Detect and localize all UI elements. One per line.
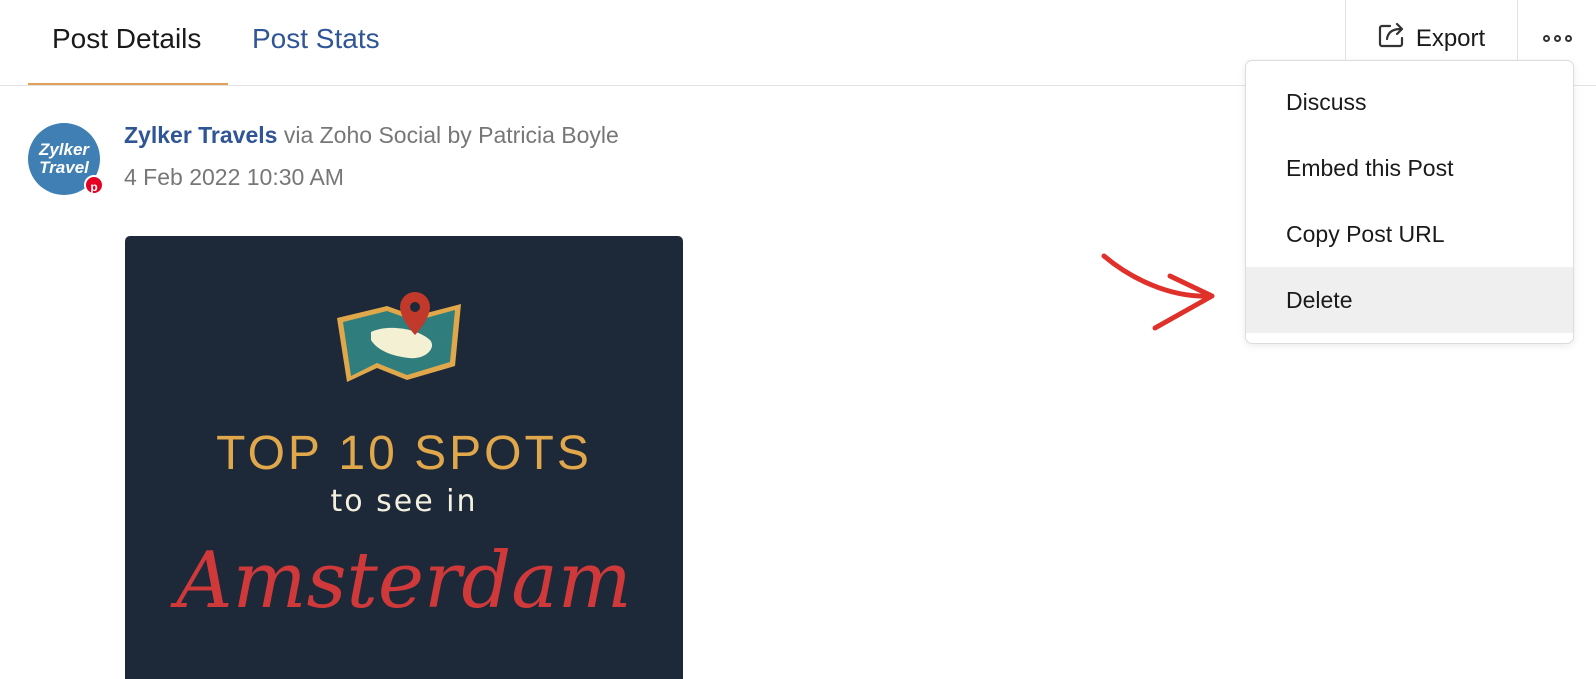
post-author-line: Zylker Travels via Zoho Social by Patric… [124,122,619,149]
post-date: 4 Feb 2022 10:30 AM [124,164,344,190]
image-subline: to see in [330,484,478,519]
image-script-title: Amsterdam [176,536,632,626]
avatar-text-line1: Zylker [38,140,90,159]
pinterest-icon: p [84,175,104,195]
account-avatar: Zylker Travel p [28,123,104,195]
image-headline: TOP 10 SPOTS [216,427,592,480]
author-name-link[interactable]: Zylker Travels [124,122,277,148]
tab-post-stats[interactable]: Post Stats [252,0,380,85]
map-pin-icon [337,292,461,382]
via-text: via Zoho Social by Patricia Boyle [277,122,619,148]
export-label: Export [1415,24,1486,52]
menu-item-discuss[interactable]: Discuss [1246,69,1573,135]
menu-item-embed-post[interactable]: Embed this Post [1246,135,1573,201]
menu-item-copy-post-url[interactable]: Copy Post URL [1246,201,1573,267]
export-icon [1378,22,1408,55]
more-options-icon [1542,35,1572,42]
active-tab-indicator [28,83,228,85]
more-options-menu: Discuss Embed this Post Copy Post URL De… [1245,60,1574,344]
red-arrow-annotation [1100,248,1220,343]
tab-post-details[interactable]: Post Details [52,0,201,85]
menu-item-delete[interactable]: Delete [1246,267,1573,333]
avatar-text-line2: Travel [39,158,89,177]
post-image: TOP 10 SPOTS to see in Amsterdam [125,236,683,679]
